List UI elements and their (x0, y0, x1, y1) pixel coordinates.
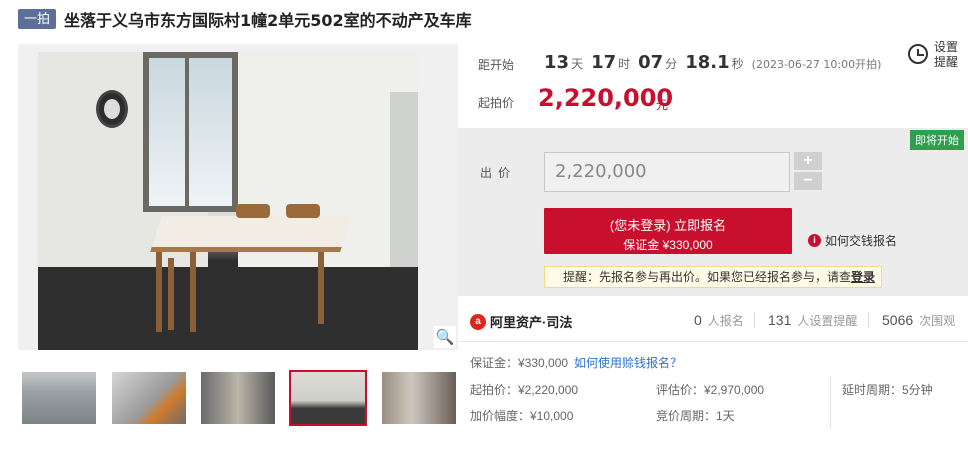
increment-info: 加价幅度：¥10,000 (470, 409, 574, 423)
alibaba-asset-logo-icon: a (470, 313, 486, 330)
property-photo (38, 52, 418, 350)
login-link[interactable]: 登录 (851, 270, 875, 284)
bid-panel: 即将开始 出价 2,220,000 + − (您未登录) 立即报名 保证金 ¥3… (458, 128, 968, 296)
countdown-minutes-unit: 分 (665, 57, 678, 71)
login-notice: 提醒：先报名参与再出价。如果您已经报名参与，请查登录 (544, 266, 882, 288)
brand: a 阿里资产·司法 (470, 312, 572, 331)
countdown-seconds-unit: 秒 (731, 57, 744, 71)
bid-cycle-info: 竞价周期：1天 (656, 409, 735, 423)
countdown-timer: 13 天 17 时 07 分 18.1 秒 (2023-06-27 10:00开… (542, 52, 881, 73)
signup-button[interactable]: (您未登录) 立即报名 保证金 ¥330,000 (544, 208, 792, 254)
thumbnail-2[interactable] (112, 372, 186, 424)
set-reminder-button[interactable]: 设置提醒 (904, 38, 964, 74)
reminders-count: 131 (768, 312, 792, 328)
countdown-minutes: 07 (638, 52, 664, 73)
auction-round-tag: 一拍 (18, 9, 57, 29)
how-to-pay-link[interactable]: i 如何交钱报名 (808, 232, 897, 249)
countdown-hours-unit: 时 (618, 57, 631, 71)
auction-details: 保证金：¥330,000 如何使用赊钱报名？ 起拍价：¥2,220,000 加价… (458, 346, 968, 456)
views-count: 5066 (882, 312, 914, 328)
zoom-magnifier-icon[interactable]: 🔍 (434, 326, 456, 348)
notice-text: 提醒：先报名参与再出价。如果您已经报名参与，请查 (563, 270, 852, 284)
views-stat: 5066 次围观 (882, 312, 955, 329)
views-label: 次围观 (919, 314, 956, 328)
status-badge: 即将开始 (910, 130, 964, 150)
photo-chair (286, 204, 320, 218)
reminders-label: 人设置提醒 (797, 314, 858, 328)
decrease-bid-button[interactable]: − (794, 172, 822, 190)
stats-row: a 阿里资产·司法 0 人报名 131 人设置提醒 5066 次围观 (458, 300, 968, 342)
reminders-stat: 131 人设置提醒 (768, 312, 857, 329)
title-row: 一拍 坐落于义乌市东方国际村1幢2单元502室的不动产及车库 (18, 8, 472, 30)
signups-label: 人报名 (707, 314, 744, 328)
signups-stat: 0 人报名 (694, 312, 744, 329)
signup-button-label: (您未登录) 立即报名 (609, 218, 727, 233)
main-photo[interactable]: 🔍 (18, 44, 458, 350)
deposit-help-link[interactable]: 如何使用赊钱报名？ (574, 354, 682, 371)
delay-info: 延时周期：5分钟 (842, 383, 933, 397)
countdown-seconds: 18.1 (685, 52, 730, 73)
brand-name: 阿里资产·司法 (490, 315, 573, 330)
info-icon: i (808, 234, 821, 247)
start-time: (2023-06-27 10:00开拍) (751, 58, 882, 71)
thumbnail-3[interactable] (201, 372, 275, 424)
photo-window (143, 52, 238, 212)
starting-price-value: 2,220,000 (538, 84, 674, 112)
photo-wall-clock (96, 90, 128, 128)
set-reminder-label: 设置提醒 (934, 40, 959, 69)
thumbnail-1[interactable] (22, 372, 96, 424)
start-price-info: 起拍价：¥2,220,000 (470, 383, 579, 397)
countdown-hours: 17 (591, 52, 617, 73)
thumbnail-4-selected[interactable] (289, 370, 367, 426)
thumbnail-5[interactable] (382, 372, 456, 424)
how-to-pay-label: 如何交钱报名 (825, 234, 898, 248)
countdown-days: 13 (544, 52, 570, 73)
page-title: 坐落于义乌市东方国际村1幢2单元502室的不动产及车库 (64, 11, 472, 30)
stat-divider (868, 312, 869, 328)
bid-label: 出价 (480, 166, 517, 180)
countdown-label: 距开始 (478, 58, 515, 72)
starting-price-label: 起拍价 (478, 96, 515, 110)
stat-divider (754, 312, 755, 328)
photo-table-leg (318, 252, 324, 324)
auction-summary: 距开始 13 天 17 时 07 分 18.1 秒 (2023-06-27 10… (458, 38, 968, 126)
deposit-info: 保证金：¥330,000 (470, 356, 569, 370)
countdown-days-unit: 天 (571, 57, 584, 71)
signup-deposit-label: 保证金 ¥330,000 (623, 238, 713, 252)
photo-floor (38, 267, 418, 350)
bid-amount-input[interactable]: 2,220,000 (544, 152, 790, 192)
starting-price-unit: 元 (656, 98, 669, 112)
photo-cabinet (390, 92, 418, 292)
appraisal-info: 评估价：¥2,970,000 (656, 383, 765, 397)
photo-chair (236, 204, 270, 218)
increase-bid-button[interactable]: + (794, 152, 822, 170)
photo-table (150, 216, 352, 252)
column-divider (830, 376, 831, 428)
photo-chair-front (156, 252, 196, 332)
alarm-clock-icon (908, 44, 928, 64)
signups-count: 0 (694, 312, 702, 328)
